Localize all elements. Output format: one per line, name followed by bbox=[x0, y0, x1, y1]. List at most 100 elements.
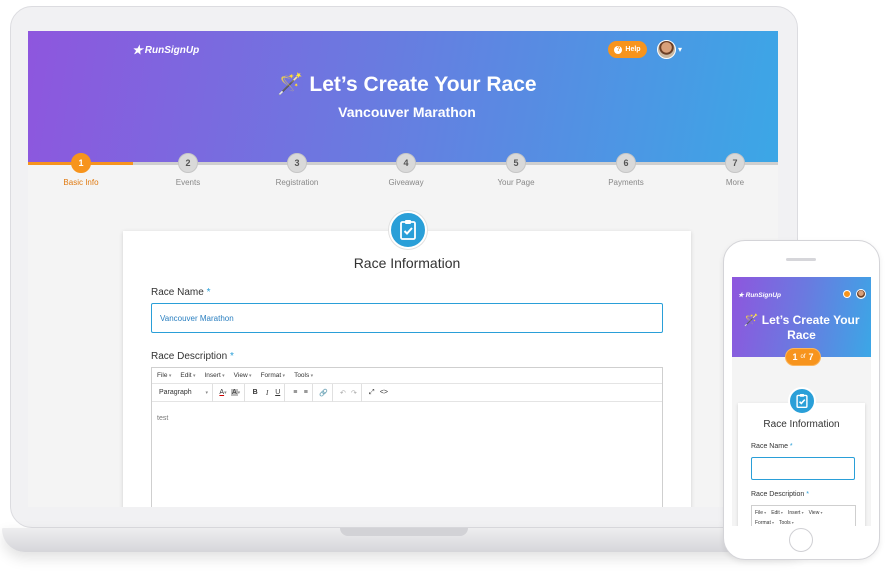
step-more[interactable]: 7 More bbox=[685, 153, 778, 187]
step-number: 6 bbox=[616, 153, 636, 173]
mobile-brand-logo[interactable]: ★ RunSignUp bbox=[738, 291, 781, 299]
text-color-icon[interactable]: A ▾ bbox=[217, 384, 229, 402]
chevron-down-icon[interactable]: ▾ bbox=[678, 45, 682, 54]
rich-text-editor[interactable]: File Edit Insert View Format Tools Parag… bbox=[151, 367, 663, 507]
mobile-page-title: 🪄 Let’s Create Your Race bbox=[732, 313, 871, 343]
link-icon[interactable]: 🔗 bbox=[317, 383, 333, 402]
help-label: Help bbox=[625, 46, 641, 53]
step-your-page[interactable]: 5 Your Page bbox=[466, 153, 566, 187]
mobile-form-title: Race Information bbox=[763, 419, 840, 430]
menu-insert[interactable]: Insert bbox=[788, 510, 804, 516]
step-giveaway[interactable]: 4 Giveaway bbox=[356, 153, 456, 187]
laptop-notch bbox=[340, 528, 468, 536]
italic-icon[interactable]: I bbox=[261, 384, 273, 402]
menu-tools[interactable]: Tools bbox=[294, 372, 313, 379]
step-number: 3 bbox=[287, 153, 307, 173]
editor-toolbar: Paragraph ▾ A ▾ A ▾ B I U ≡ ≡ 🔗 ↶ ↷ ⤢ <> bbox=[152, 383, 662, 402]
mobile-rich-text-editor[interactable]: File Edit Insert View Format Tools bbox=[751, 505, 856, 526]
progress-total: 7 bbox=[808, 352, 814, 362]
mobile-page-title-text: Let’s Create Your Race bbox=[761, 313, 860, 342]
block-format-select[interactable]: Paragraph ▾ bbox=[157, 383, 213, 402]
editor-menubar: File Edit Insert View Format Tools bbox=[152, 368, 662, 384]
phone-speaker bbox=[786, 258, 816, 261]
mobile-race-name-label: Race Name * bbox=[751, 443, 793, 450]
step-label: Payments bbox=[608, 178, 644, 187]
race-name-input[interactable]: Vancouver Marathon bbox=[151, 303, 663, 333]
clipboard-check-icon bbox=[389, 211, 427, 249]
step-label: Events bbox=[175, 178, 201, 187]
phone-frame: ★ RunSignUp 🪄 Let’s Create Your Race 1 o… bbox=[723, 240, 880, 560]
step-label: Giveaway bbox=[388, 178, 424, 187]
required-marker: * bbox=[206, 287, 211, 298]
laptop-screen: ★ RunSignUp ? Help ▾ 🪄 Let’s Create Your… bbox=[28, 31, 778, 507]
magic-wand-icon: 🪄 bbox=[743, 313, 759, 327]
race-name-label-text: Race Name bbox=[151, 287, 204, 298]
step-number: 7 bbox=[725, 153, 745, 173]
brand-name: RunSignUp bbox=[144, 44, 200, 56]
step-label: More bbox=[725, 178, 745, 187]
progress-current: 1 bbox=[792, 352, 798, 362]
step-number: 2 bbox=[178, 153, 198, 173]
mobile-step-progress: 1 of 7 bbox=[785, 348, 821, 366]
block-format-value: Paragraph bbox=[159, 389, 192, 396]
required-marker: * bbox=[789, 443, 793, 450]
step-number: 1 bbox=[71, 153, 91, 173]
redo-icon[interactable]: ↷ bbox=[349, 383, 362, 402]
form-title: Race Information bbox=[353, 255, 461, 271]
underline-icon[interactable]: U bbox=[273, 383, 286, 402]
phone-screen: ★ RunSignUp 🪄 Let’s Create Your Race 1 o… bbox=[732, 277, 871, 526]
magic-wand-icon: 🪄 bbox=[277, 73, 304, 96]
race-name-label: Race Name * bbox=[151, 287, 211, 298]
menu-view[interactable]: View bbox=[809, 510, 823, 516]
mobile-brand-name: RunSignUp bbox=[745, 292, 782, 299]
mobile-race-name-label-text: Race Name bbox=[751, 443, 788, 450]
help-button[interactable]: ? Help bbox=[608, 41, 647, 58]
menu-view[interactable]: View bbox=[234, 372, 252, 379]
menu-edit[interactable]: Edit bbox=[771, 510, 783, 516]
background-color-icon[interactable]: A ▾ bbox=[229, 383, 246, 402]
brand-logo[interactable]: ★ RunSignUp bbox=[132, 43, 199, 57]
mobile-race-name-input[interactable] bbox=[751, 457, 855, 480]
mobile-hero: ★ RunSignUp 🪄 Let’s Create Your Race bbox=[732, 277, 871, 357]
code-icon[interactable]: <> bbox=[378, 384, 390, 402]
required-marker: * bbox=[229, 351, 234, 362]
menu-file[interactable]: File bbox=[157, 372, 171, 379]
step-registration[interactable]: 3 Registration bbox=[247, 153, 347, 187]
menu-format[interactable]: Format bbox=[755, 520, 774, 526]
step-number: 4 bbox=[396, 153, 416, 173]
undo-icon[interactable]: ↶ bbox=[337, 384, 349, 402]
mobile-help-icon[interactable] bbox=[843, 290, 851, 298]
clipboard-check-icon bbox=[788, 387, 816, 415]
menu-edit[interactable]: Edit bbox=[180, 372, 195, 379]
race-description-label: Race Description * bbox=[151, 351, 234, 362]
runner-icon: ★ bbox=[738, 292, 744, 299]
required-marker: * bbox=[806, 491, 809, 498]
mobile-race-info-card: Race Information Race Name * Race Descri… bbox=[738, 403, 865, 526]
step-payments[interactable]: 6 Payments bbox=[576, 153, 676, 187]
laptop-base bbox=[2, 528, 808, 552]
step-basic-info[interactable]: 1 Basic Info bbox=[31, 153, 131, 187]
menu-tools[interactable]: Tools bbox=[779, 520, 794, 526]
menu-insert[interactable]: Insert bbox=[205, 372, 225, 379]
step-events[interactable]: 2 Events bbox=[138, 153, 238, 187]
step-label: Basic Info bbox=[63, 178, 99, 187]
mobile-avatar[interactable] bbox=[856, 289, 866, 299]
hero-banner: ★ RunSignUp ? Help ▾ 🪄 Let’s Create Your… bbox=[28, 31, 778, 164]
fullscreen-icon[interactable]: ⤢ bbox=[366, 384, 378, 402]
step-label: Your Page bbox=[497, 178, 535, 187]
mobile-race-description-label: Race Description * bbox=[751, 491, 809, 498]
marketing-composite: ★ RunSignUp ? Help ▾ 🪄 Let’s Create Your… bbox=[0, 0, 896, 588]
editor-content[interactable]: test bbox=[152, 402, 662, 435]
menu-file[interactable]: File bbox=[755, 510, 766, 516]
bold-icon[interactable]: B bbox=[249, 384, 261, 402]
mobile-race-description-label-text: Race Description bbox=[751, 491, 805, 498]
page-title: 🪄 Let’s Create Your Race bbox=[28, 73, 778, 97]
bullet-list-icon[interactable]: ≡ bbox=[289, 384, 301, 402]
race-subtitle: Vancouver Marathon bbox=[338, 104, 476, 120]
step-number: 5 bbox=[506, 153, 526, 173]
step-label: Registration bbox=[275, 178, 319, 187]
chevron-down-icon: ▾ bbox=[205, 389, 208, 396]
avatar[interactable] bbox=[657, 40, 676, 59]
menu-format[interactable]: Format bbox=[261, 372, 286, 379]
numbered-list-icon[interactable]: ≡ bbox=[301, 383, 314, 402]
